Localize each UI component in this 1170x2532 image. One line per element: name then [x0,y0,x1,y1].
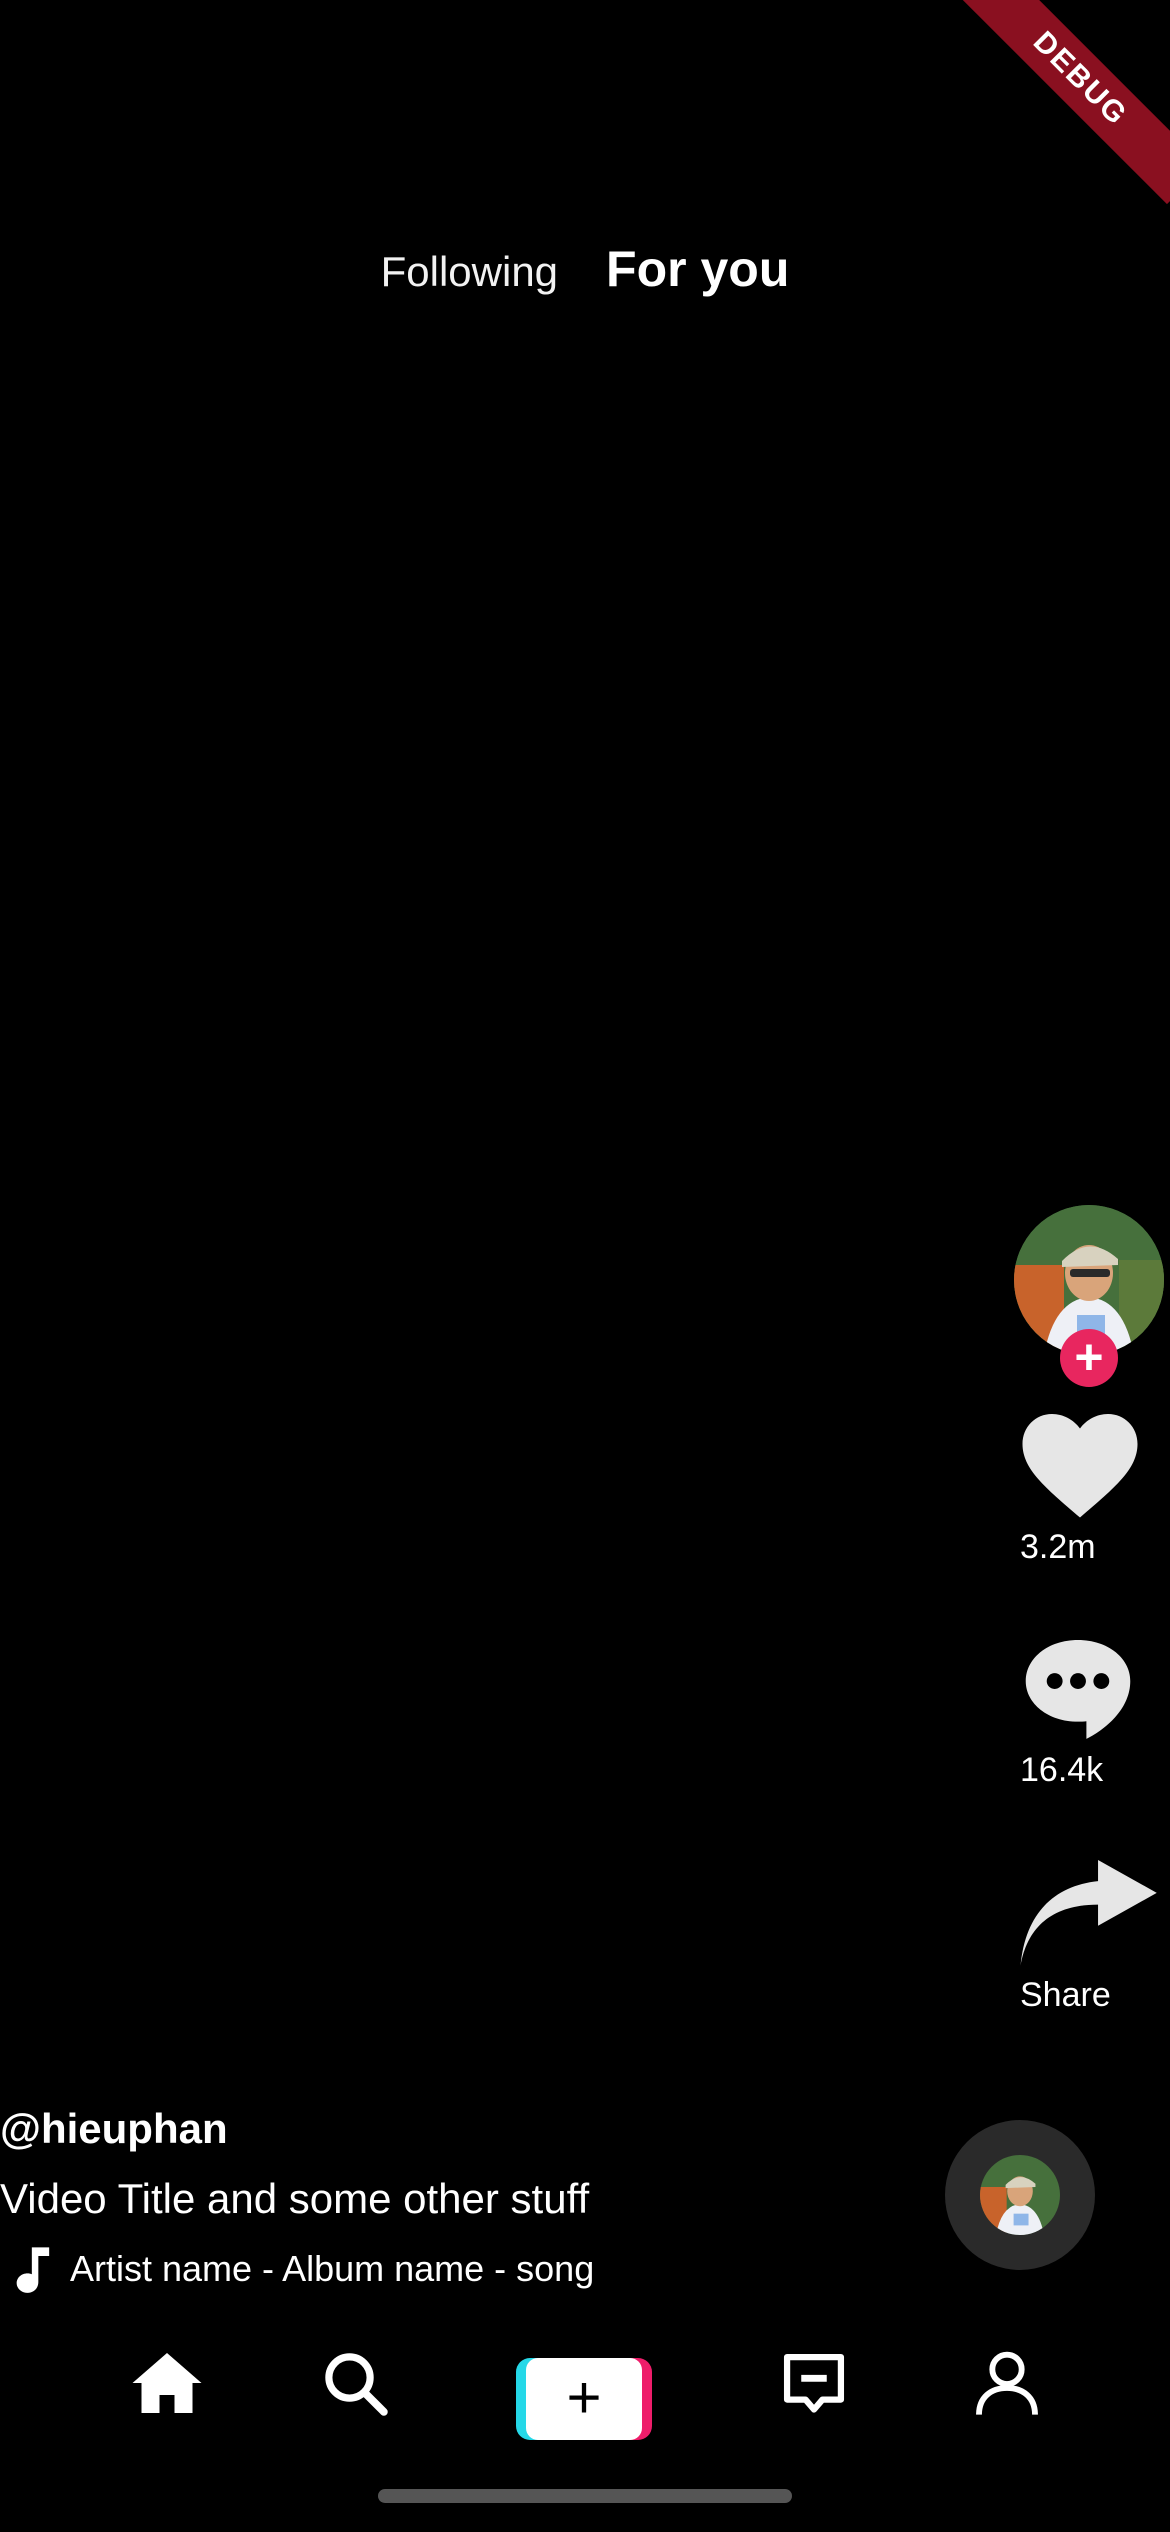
inbox-icon[interactable] [780,2350,848,2418]
tab-following[interactable]: Following [381,248,558,296]
nav-profile[interactable] [975,2350,1039,2423]
home-icon[interactable] [130,2350,204,2416]
profile-icon[interactable] [975,2350,1039,2418]
share-arrow-icon[interactable] [1020,1860,1162,1968]
comment-bubble-icon[interactable] [1022,1635,1134,1743]
debug-banner: DEBUG [954,0,1170,205]
music-note-icon [16,2247,50,2293]
follow-plus-button[interactable]: + [1060,1329,1118,1387]
like-action[interactable]: 3.2m [990,1410,1170,1567]
music-disc[interactable] [945,2120,1095,2270]
video-title: Video Title and some other stuff [0,2175,590,2222]
nav-create[interactable]: + [516,2358,652,2440]
share-action[interactable]: Share [990,1860,1170,2015]
music-label: Artist name - Album name - song [70,2248,595,2289]
creator-avatar[interactable]: + [1014,1205,1164,1387]
tab-for-you[interactable]: For you [606,240,789,298]
like-count: 3.2m [1020,1528,1096,1566]
nav-inbox[interactable] [780,2350,848,2423]
comment-count: 16.4k [1020,1751,1104,1789]
bottom-nav: + [0,2350,1170,2440]
nav-home[interactable] [130,2350,204,2421]
avatar-photo-icon [980,2155,1060,2235]
feed-tabs: Following For you [0,240,1170,300]
nav-search[interactable] [322,2350,388,2421]
share-label: Share [1020,1976,1111,2014]
comment-action[interactable]: 16.4k [990,1635,1170,1790]
creator-username[interactable]: @hieuphan [0,2105,900,2153]
search-icon[interactable] [322,2350,388,2416]
create-button[interactable]: + [516,2358,652,2440]
music-disc-avatar [980,2155,1060,2235]
plus-icon: + [526,2358,642,2440]
music-row[interactable]: Artist name - Album name - song [0,2243,900,2295]
video-info: @hieuphan Video Title and some other stu… [0,2105,900,2295]
video-feed-screen[interactable]: DEBUG Following For you + 3.2m 16.4k Sha… [0,0,1170,2532]
heart-icon[interactable] [1020,1410,1140,1520]
home-indicator [378,2489,792,2503]
